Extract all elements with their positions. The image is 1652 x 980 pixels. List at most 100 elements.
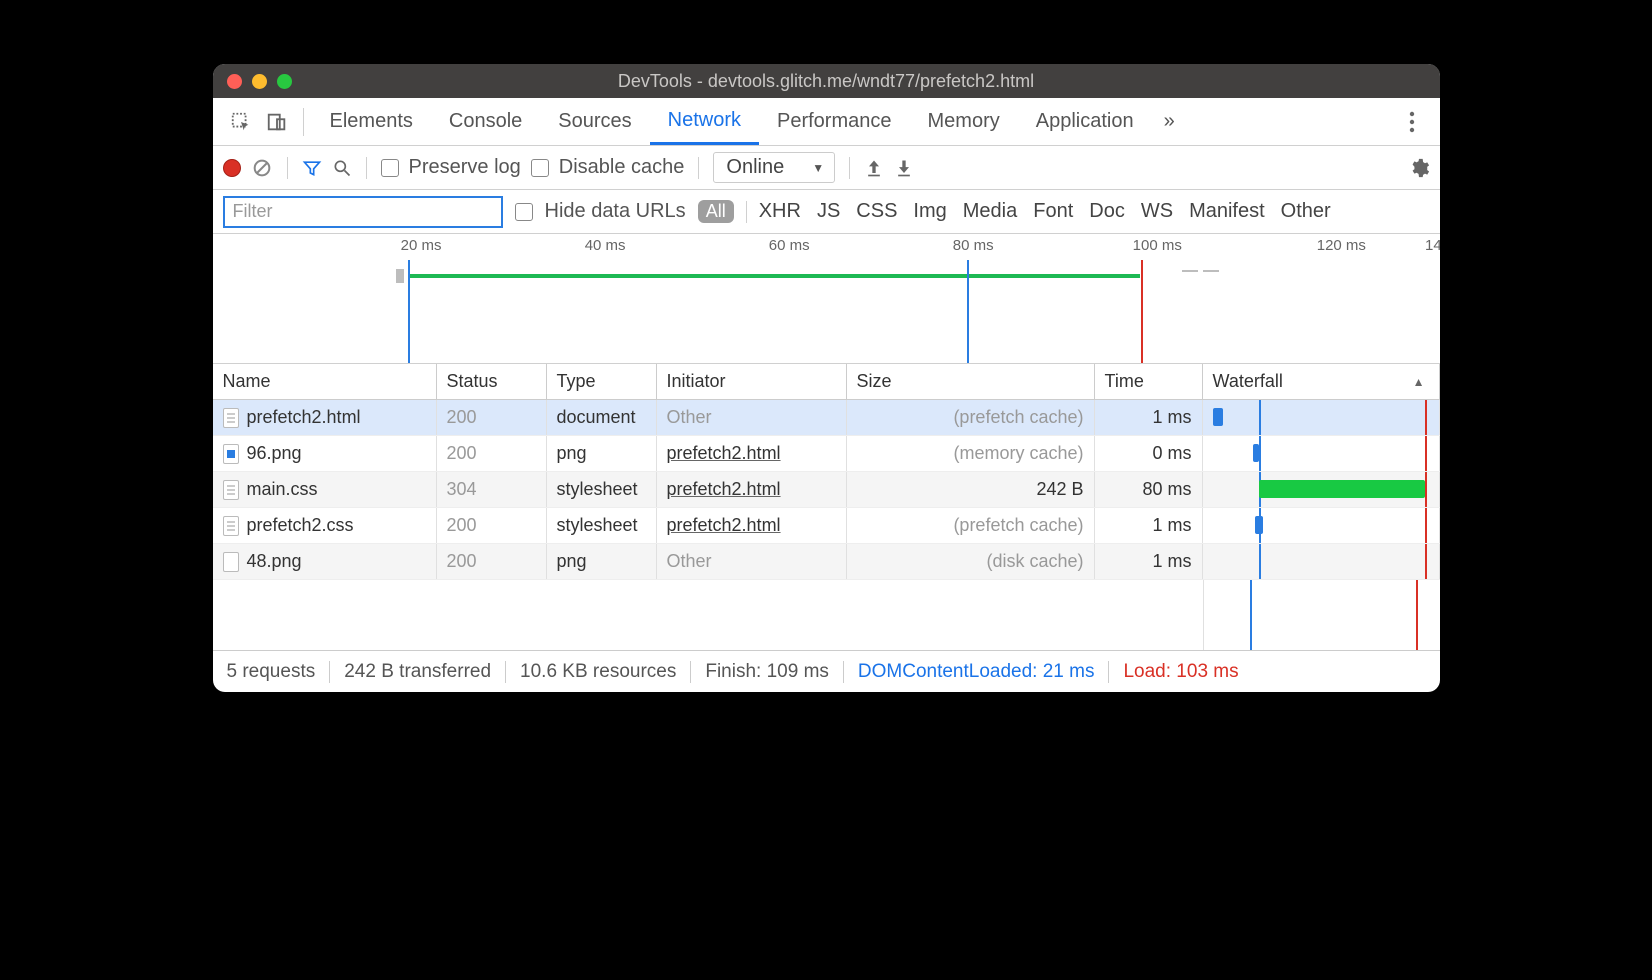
record-button[interactable] (223, 159, 241, 177)
col-waterfall[interactable]: Waterfall ▲ (1203, 364, 1440, 399)
filter-type-img[interactable]: Img (913, 200, 946, 223)
dcl-line (408, 260, 410, 363)
tab-elements[interactable]: Elements (312, 98, 431, 145)
load-line (1425, 472, 1427, 507)
request-initiator[interactable]: prefetch2.html (667, 515, 781, 536)
timeline-range-handle[interactable] (396, 269, 404, 283)
timeline-marker (1182, 270, 1198, 272)
load-line (1425, 508, 1427, 543)
download-har-icon[interactable] (894, 158, 914, 178)
load-line (1425, 436, 1427, 471)
request-initiator: Other (667, 407, 712, 428)
table-row[interactable]: prefetch2.css200stylesheetprefetch2.html… (213, 508, 1440, 544)
waterfall-bar (1259, 480, 1425, 498)
timeline-overview[interactable]: 20 ms40 ms60 ms80 ms100 ms120 ms14 (213, 234, 1440, 364)
filter-type-css[interactable]: CSS (856, 200, 897, 223)
filter-type-media[interactable]: Media (963, 200, 1017, 223)
timeline-tick: 120 ms (1317, 237, 1366, 254)
throttling-value: Online (726, 156, 784, 179)
request-time: 1 ms (1095, 508, 1203, 543)
dcl-line (1250, 580, 1252, 650)
table-row[interactable]: 96.png200pngprefetch2.html(memory cache)… (213, 436, 1440, 472)
filter-type-manifest[interactable]: Manifest (1189, 200, 1265, 223)
col-initiator[interactable]: Initiator (657, 364, 847, 399)
filter-type-all[interactable]: All (698, 200, 734, 223)
timeline-tick: 20 ms (401, 237, 442, 254)
tab-network[interactable]: Network (650, 98, 759, 145)
timeline-tick: 14 (1425, 237, 1439, 254)
divider (746, 201, 747, 223)
load-line (1425, 400, 1427, 435)
table-row[interactable]: main.css304stylesheetprefetch2.html242 B… (213, 472, 1440, 508)
filter-type-doc[interactable]: Doc (1089, 200, 1125, 223)
filter-input[interactable] (223, 196, 503, 228)
tab-console[interactable]: Console (431, 98, 540, 145)
status-finish: Finish: 109 ms (691, 661, 844, 683)
divider (287, 157, 288, 179)
request-time: 1 ms (1095, 544, 1203, 579)
request-size: 242 B (857, 479, 1084, 500)
throttling-select[interactable]: Online ▼ (713, 152, 835, 183)
titlebar: DevTools - devtools.glitch.me/wndt77/pre… (213, 64, 1440, 98)
request-type: png (547, 436, 657, 471)
disable-cache-label: Disable cache (559, 156, 685, 179)
request-size: (memory cache) (857, 443, 1084, 464)
upload-har-icon[interactable] (864, 158, 884, 178)
kebab-menu-icon[interactable] (1394, 104, 1430, 140)
request-time: 80 ms (1095, 472, 1203, 507)
device-toolbar-icon[interactable] (259, 104, 295, 140)
status-requests: 5 requests (227, 661, 331, 683)
settings-gear-icon[interactable] (1408, 157, 1430, 179)
col-type[interactable]: Type (547, 364, 657, 399)
filter-toggle-icon[interactable] (302, 158, 322, 178)
col-size[interactable]: Size (847, 364, 1095, 399)
filter-type-other[interactable]: Other (1281, 200, 1331, 223)
tab-memory[interactable]: Memory (910, 98, 1018, 145)
request-initiator[interactable]: prefetch2.html (667, 443, 781, 464)
file-doc-icon (223, 408, 239, 428)
tab-performance[interactable]: Performance (759, 98, 910, 145)
waterfall-bar (1255, 516, 1263, 534)
request-status: 200 (437, 508, 547, 543)
file-doc-icon (223, 480, 239, 500)
file-doc-icon (223, 516, 239, 536)
preserve-log-checkbox[interactable] (381, 159, 399, 177)
load-line (1416, 580, 1418, 650)
filter-type-ws[interactable]: WS (1141, 200, 1173, 223)
more-tabs-button[interactable]: » (1152, 110, 1187, 133)
devtools-window: DevTools - devtools.glitch.me/wndt77/pre… (213, 64, 1440, 692)
request-name: 48.png (247, 551, 302, 572)
col-status[interactable]: Status (437, 364, 547, 399)
table-row[interactable]: 48.png200pngOther(disk cache)1 ms (213, 544, 1440, 580)
request-time: 1 ms (1095, 400, 1203, 435)
table-header: Name Status Type Initiator Size Time Wat… (213, 364, 1440, 400)
clear-button[interactable] (251, 157, 273, 179)
hide-data-urls-checkbox[interactable] (515, 203, 533, 221)
col-time[interactable]: Time (1095, 364, 1203, 399)
request-size: (disk cache) (857, 551, 1084, 572)
preserve-log-label: Preserve log (409, 156, 521, 179)
filter-type-js[interactable]: JS (817, 200, 840, 223)
tab-application[interactable]: Application (1018, 98, 1152, 145)
inspect-element-icon[interactable] (223, 104, 259, 140)
status-resources: 10.6 KB resources (506, 661, 691, 683)
table-row[interactable]: prefetch2.html200documentOther(prefetch … (213, 400, 1440, 436)
col-name[interactable]: Name (213, 364, 437, 399)
request-type: document (547, 400, 657, 435)
dcl-line (967, 260, 969, 363)
tab-sources[interactable]: Sources (540, 98, 649, 145)
timeline-tick: 100 ms (1133, 237, 1182, 254)
network-toolbar: Preserve log Disable cache Online ▼ (213, 146, 1440, 190)
filter-type-font[interactable]: Font (1033, 200, 1073, 223)
request-type: stylesheet (547, 508, 657, 543)
file-blank-icon (223, 552, 239, 572)
timeline-tick: 40 ms (585, 237, 626, 254)
chevron-down-icon: ▼ (812, 161, 824, 175)
search-icon[interactable] (332, 158, 352, 178)
request-initiator[interactable]: prefetch2.html (667, 479, 781, 500)
status-dcl: DOMContentLoaded: 21 ms (844, 661, 1110, 683)
disable-cache-checkbox[interactable] (531, 159, 549, 177)
request-name: 96.png (247, 443, 302, 464)
load-line (1425, 544, 1427, 579)
filter-type-xhr[interactable]: XHR (759, 200, 801, 223)
